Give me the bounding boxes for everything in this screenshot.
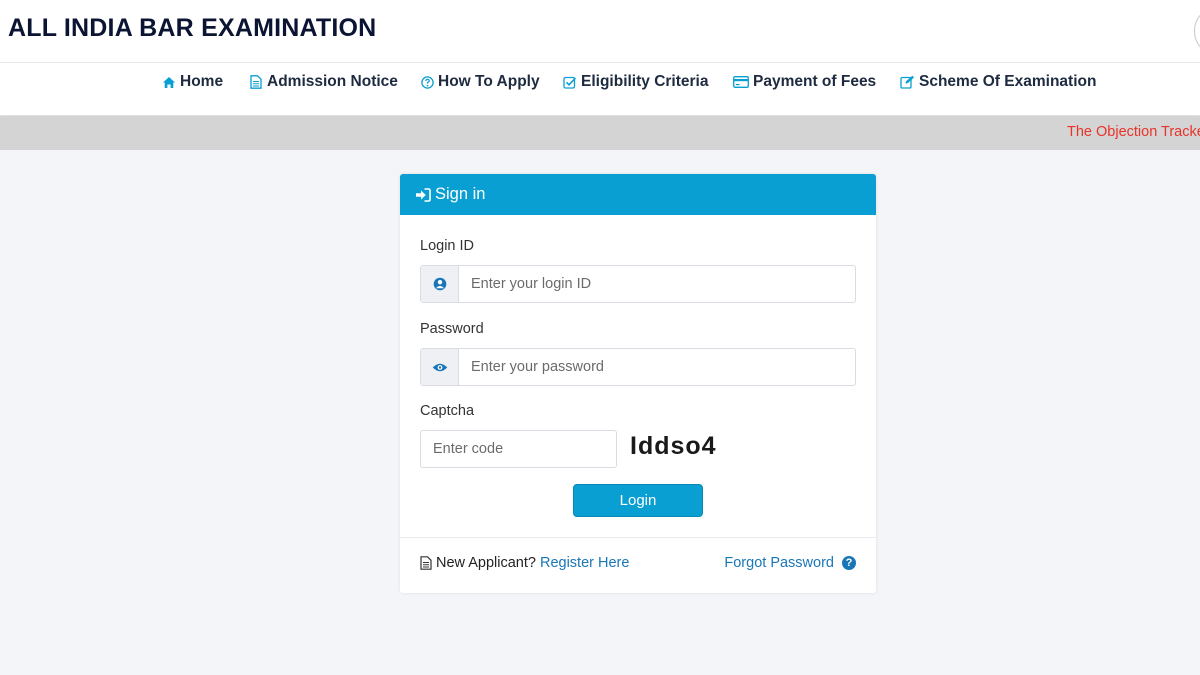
user-circle-icon <box>421 266 459 302</box>
edit-icon <box>899 75 915 89</box>
new-applicant-text: New Applicant? <box>436 555 536 571</box>
site-title: ALL INDIA BAR EXAMINATION <box>8 14 377 42</box>
check-square-icon <box>563 75 577 89</box>
new-applicant: New Applicant? Register Here <box>420 555 629 571</box>
ticker-text[interactable]: The Objection Tracke <box>1067 124 1200 140</box>
nav-scheme-of-examination-label: Scheme Of Examination <box>919 73 1097 90</box>
main-nav: Home Admission Notice How To Apply Eligi… <box>0 62 1200 115</box>
sign-in-icon <box>415 187 431 202</box>
nav-admission-notice[interactable]: Admission Notice <box>249 73 398 91</box>
nav-admission-notice-label: Admission Notice <box>267 73 398 90</box>
question-circle-icon <box>420 75 434 89</box>
site-header: ALL INDIA BAR EXAMINATION <box>0 0 1200 62</box>
document-icon <box>249 75 263 89</box>
home-icon <box>162 75 176 89</box>
nav-home[interactable]: Home <box>162 73 223 91</box>
password-label: Password <box>420 321 484 337</box>
password-group <box>420 348 856 386</box>
login-id-input[interactable] <box>459 266 855 302</box>
signin-header: Sign in <box>400 174 876 215</box>
card-divider <box>400 537 876 538</box>
captcha-label: Captcha <box>420 403 475 419</box>
login-id-group <box>420 265 856 303</box>
question-circle-icon[interactable]: ? <box>842 556 856 570</box>
nav-scheme-of-examination[interactable]: Scheme Of Examination <box>899 73 1096 91</box>
announcement-ticker: The Objection Tracke <box>0 116 1200 150</box>
nav-how-to-apply-label: How To Apply <box>438 73 540 90</box>
nav-eligibility-criteria[interactable]: Eligibility Criteria <box>563 73 708 91</box>
register-link[interactable]: Register Here <box>540 555 629 571</box>
credit-card-icon <box>732 75 749 89</box>
nav-payment-of-fees-label: Payment of Fees <box>753 73 877 90</box>
nav-home-label: Home <box>180 73 224 90</box>
eye-icon[interactable] <box>421 349 459 385</box>
login-button[interactable]: Login <box>573 484 703 517</box>
signin-card: Sign in Login ID Password Captcha Iddso4… <box>400 174 876 593</box>
forgot-password-link[interactable]: Forgot Password <box>724 555 834 571</box>
forgot-password: Forgot Password ? <box>724 555 856 571</box>
captcha-code: Iddso4 <box>630 432 717 460</box>
signin-title: Sign in <box>435 185 486 203</box>
login-id-label: Login ID <box>420 238 475 254</box>
document-icon <box>420 556 432 570</box>
nav-how-to-apply[interactable]: How To Apply <box>420 73 540 91</box>
nav-eligibility-criteria-label: Eligibility Criteria <box>581 73 709 90</box>
password-input[interactable] <box>459 349 855 385</box>
nav-payment-of-fees[interactable]: Payment of Fees <box>732 73 876 91</box>
logo <box>1194 6 1200 56</box>
captcha-input[interactable] <box>420 430 617 468</box>
